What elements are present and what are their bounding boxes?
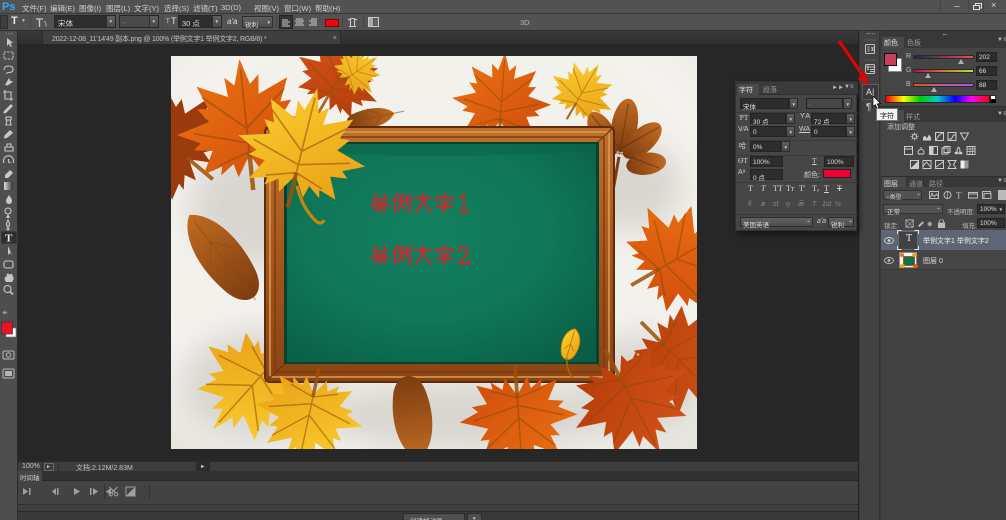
svg-text:T: T <box>956 191 962 201</box>
svg-text:T: T <box>5 233 13 245</box>
